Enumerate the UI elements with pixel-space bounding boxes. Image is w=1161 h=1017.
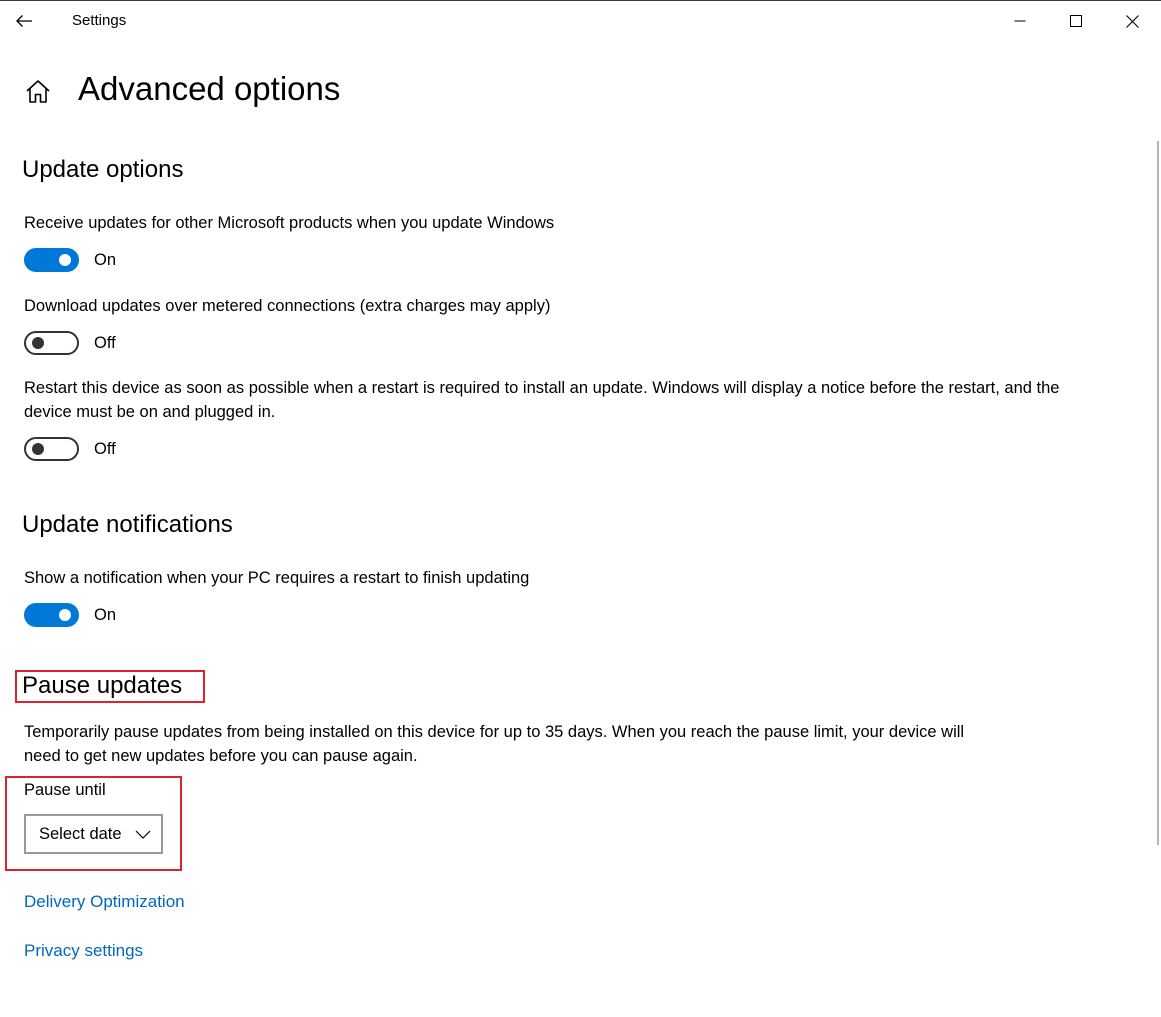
pause-updates-heading: Pause updates [22,672,183,699]
close-icon [1125,14,1139,28]
toggle-knob [32,443,44,455]
restart-asap-toggle-row[interactable]: Off [24,437,116,461]
receive-updates-toggle-row[interactable]: On [24,248,116,272]
toggle-knob [59,609,71,621]
vertical-scrollbar[interactable] [1157,141,1159,845]
restart-notification-toggle-row[interactable]: On [24,603,116,627]
page-title: Advanced options [78,70,341,107]
restart-asap-label-line2: device must be on and plugged in. [24,403,276,421]
restart-asap-label-line1: Restart this device as soon as possible … [24,379,1060,397]
maximize-icon [1070,15,1082,27]
metered-connections-state: Off [94,333,116,352]
toggle-knob [32,337,44,349]
back-arrow-icon [16,15,32,27]
settings-window: Settings Advanced options Update options… [0,0,1161,1017]
pause-until-date-select[interactable]: Select date [24,814,163,854]
metered-connections-toggle[interactable] [24,331,79,355]
home-button[interactable] [24,78,52,106]
metered-connections-label: Download updates over metered connection… [24,297,551,315]
home-icon [26,80,50,103]
restart-notification-state: On [94,605,117,624]
restart-asap-state: Off [94,439,116,458]
update-notifications-heading: Update notifications [22,511,233,538]
back-button[interactable] [8,5,40,37]
receive-updates-state: On [94,250,117,269]
pause-until-label: Pause until [24,781,106,799]
privacy-settings-link[interactable]: Privacy settings [24,941,143,961]
restart-notification-toggle[interactable] [24,603,79,627]
minimize-button[interactable] [992,1,1048,41]
close-button[interactable] [1104,1,1160,41]
app-title: Settings [72,12,127,29]
pause-updates-description-line2: need to get new updates before you can p… [24,747,418,765]
title-bar: Settings [0,1,1161,41]
metered-connections-toggle-row[interactable]: Off [24,331,116,355]
update-options-heading: Update options [22,156,184,183]
restart-notification-label: Show a notification when your PC require… [24,569,530,587]
minimize-icon [1014,20,1026,22]
pause-updates-description-line1: Temporarily pause updates from being ins… [24,723,965,741]
toggle-knob [59,254,71,266]
restart-asap-toggle[interactable] [24,437,79,461]
maximize-button[interactable] [1048,1,1104,41]
pause-updates-description: Temporarily pause updates from being ins… [24,720,964,768]
receive-updates-label: Receive updates for other Microsoft prod… [24,214,555,232]
restart-asap-label: Restart this device as soon as possible … [24,376,1059,424]
chevron-down-icon [135,830,151,839]
delivery-optimization-link[interactable]: Delivery Optimization [24,892,185,912]
pause-until-select-value: Select date [39,824,122,843]
receive-updates-toggle[interactable] [24,248,79,272]
